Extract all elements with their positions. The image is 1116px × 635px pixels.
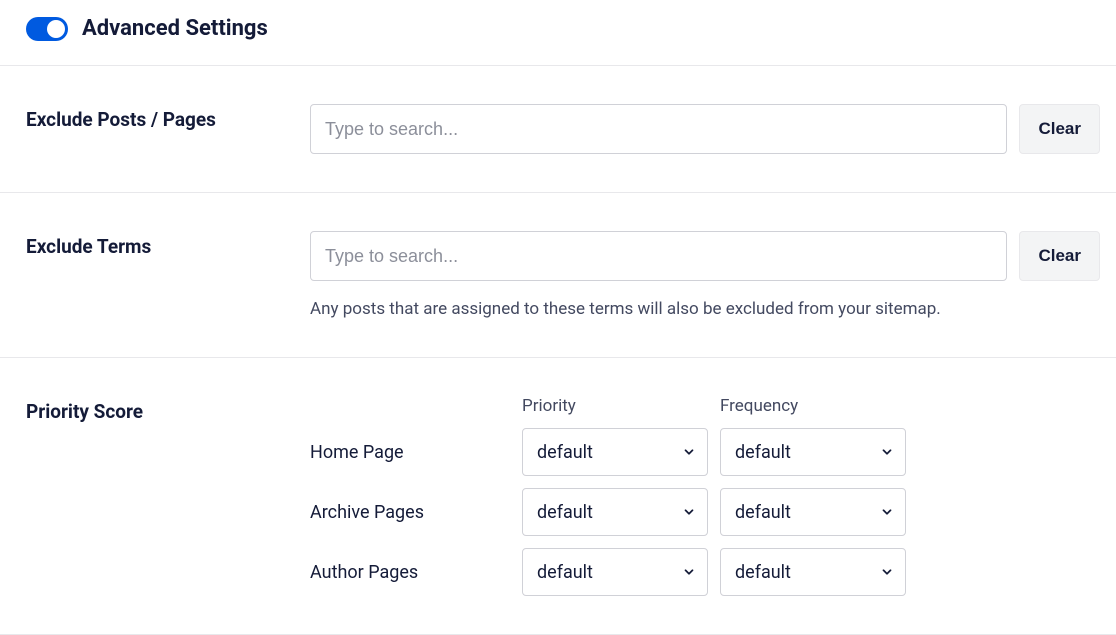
author-pages-frequency-select-wrap: default [720,548,906,596]
advanced-settings-title: Advanced Settings [82,16,268,41]
section-exclude-posts: Exclude Posts / Pages Clear [0,66,1116,193]
priority-score-content: Priority Frequency Home Page default def… [310,396,1100,596]
row-label-archive-pages: Archive Pages [310,502,510,523]
priority-column-header: Priority [522,396,708,416]
frequency-column-header: Frequency [720,396,906,416]
exclude-posts-search-input[interactable] [310,104,1007,154]
archive-pages-frequency-value: default [735,502,791,523]
archive-pages-frequency-select-wrap: default [720,488,906,536]
home-page-frequency-value: default [735,442,791,463]
author-pages-priority-select[interactable]: default [522,548,708,596]
exclude-posts-input-row: Clear [310,104,1100,154]
section-exclude-terms: Exclude Terms Clear Any posts that are a… [0,193,1116,358]
home-page-priority-value: default [537,442,593,463]
section-priority-score: Priority Score Priority Frequency Home P… [0,358,1116,635]
home-page-priority-select[interactable]: default [522,428,708,476]
row-label-home-page: Home Page [310,442,510,463]
author-pages-priority-value: default [537,562,593,583]
advanced-settings-toggle[interactable] [26,17,68,41]
exclude-posts-clear-button[interactable]: Clear [1019,104,1100,154]
archive-pages-priority-value: default [537,502,593,523]
exclude-terms-label: Exclude Terms [26,231,310,319]
archive-pages-frequency-select[interactable]: default [720,488,906,536]
author-pages-priority-select-wrap: default [522,548,708,596]
advanced-settings-header: Advanced Settings [0,0,1116,66]
home-page-frequency-select[interactable]: default [720,428,906,476]
exclude-terms-input-row: Clear [310,231,1100,281]
exclude-terms-search-input[interactable] [310,231,1007,281]
home-page-frequency-select-wrap: default [720,428,906,476]
toggle-knob [47,20,65,38]
exclude-posts-label: Exclude Posts / Pages [26,104,310,154]
exclude-terms-clear-button[interactable]: Clear [1019,231,1100,281]
home-page-priority-select-wrap: default [522,428,708,476]
author-pages-frequency-value: default [735,562,791,583]
priority-score-label: Priority Score [26,396,310,596]
priority-grid: Priority Frequency Home Page default def… [310,396,1100,596]
exclude-posts-content: Clear [310,104,1100,154]
archive-pages-priority-select-wrap: default [522,488,708,536]
author-pages-frequency-select[interactable]: default [720,548,906,596]
row-label-author-pages: Author Pages [310,562,510,583]
exclude-terms-content: Clear Any posts that are assigned to the… [310,231,1100,319]
exclude-terms-help: Any posts that are assigned to these ter… [310,299,1100,319]
archive-pages-priority-select[interactable]: default [522,488,708,536]
